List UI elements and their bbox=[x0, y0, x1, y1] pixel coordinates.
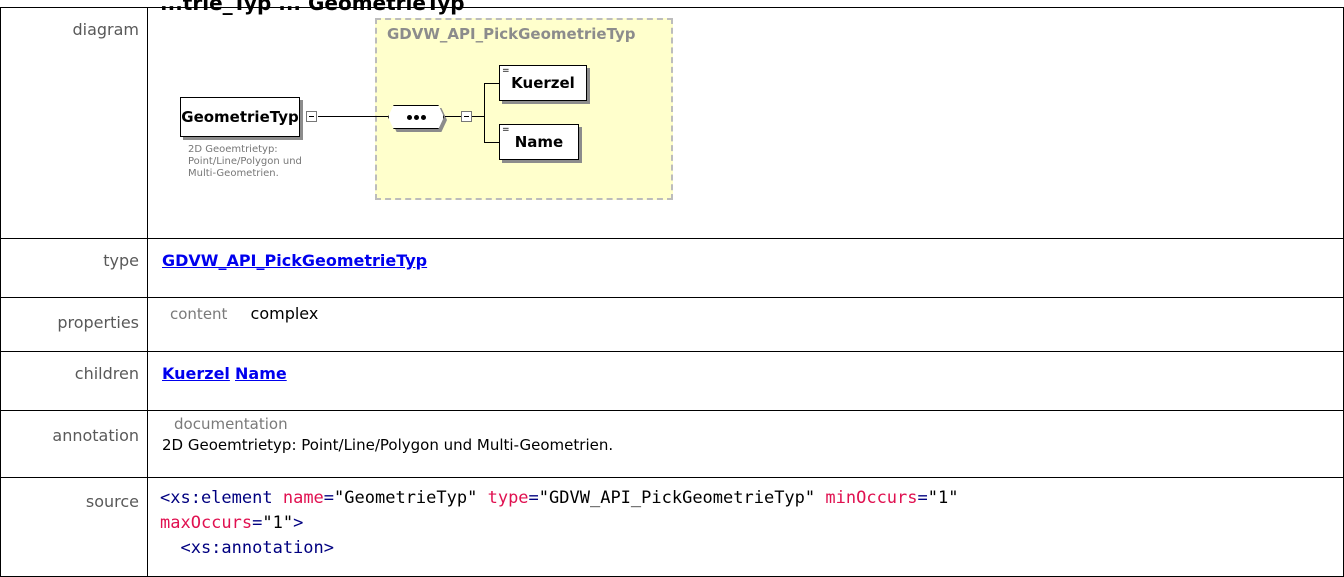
annotation-label: annotation bbox=[0, 410, 148, 478]
code-value: "1" bbox=[262, 513, 294, 533]
diagram-doc-note: 2D Geoemtrietyp: Point/Line/Polygon und … bbox=[188, 144, 302, 179]
group-title: GDVW_API_PickGeometrieTyp bbox=[387, 25, 636, 43]
element-properties-table: diagram GDVW_API_PickGeometrieTyp Geomet… bbox=[0, 7, 1344, 577]
element-geometrietyp-label: GeometrieTyp bbox=[181, 108, 299, 126]
children-cell: Kuerzel Name bbox=[147, 351, 1344, 411]
type-label: type bbox=[0, 238, 148, 298]
text-element-icon: = bbox=[502, 125, 510, 135]
connector-line bbox=[472, 116, 484, 117]
code-attr: minOccurs bbox=[825, 488, 918, 508]
type-row: type GDVW_API_PickGeometrieTyp bbox=[0, 238, 1344, 298]
element-geometrietyp-box[interactable]: GeometrieTyp bbox=[180, 97, 300, 137]
element-name-label: Name bbox=[514, 133, 564, 151]
code-tag: <xs:annotation> bbox=[160, 538, 334, 558]
connector-line bbox=[484, 83, 485, 142]
source-cell: <xs:element name="GeometrieTyp" type="GD… bbox=[147, 477, 1344, 577]
code-close: > bbox=[293, 513, 304, 533]
connector-line bbox=[484, 83, 499, 84]
content-key: content bbox=[170, 305, 228, 323]
code-attr: maxOccurs bbox=[160, 513, 253, 533]
code-attr: type bbox=[487, 488, 529, 508]
code-attr: name bbox=[282, 488, 324, 508]
element-name-box[interactable]: = Name bbox=[499, 124, 579, 160]
documentation-text: 2D Geoemtrietyp: Point/Line/Polygon und … bbox=[162, 436, 614, 454]
element-kuerzel-label: Kuerzel bbox=[511, 74, 575, 92]
text-element-icon: = bbox=[502, 66, 510, 76]
documentation-title: documentation bbox=[174, 415, 288, 433]
connector-line bbox=[445, 116, 461, 117]
element-kuerzel-box[interactable]: = Kuerzel bbox=[499, 65, 587, 101]
schema-diagram: GDVW_API_PickGeometrieTyp GeometrieTyp 2… bbox=[162, 8, 762, 228]
source-code: <xs:element name="GeometrieTyp" type="GD… bbox=[160, 486, 1343, 561]
content-value: complex bbox=[250, 304, 319, 323]
properties-row: properties content complex bbox=[0, 297, 1344, 352]
diagram-cell: GDVW_API_PickGeometrieTyp GeometrieTyp 2… bbox=[147, 7, 1344, 239]
connector-line bbox=[318, 116, 388, 117]
type-cell: GDVW_API_PickGeometrieTyp bbox=[147, 238, 1344, 298]
source-label: source bbox=[0, 477, 148, 577]
code-eq: = bbox=[528, 488, 539, 508]
code-tag: <xs:element bbox=[160, 488, 273, 508]
code-value: "GDVW_API_PickGeometrieTyp" bbox=[538, 488, 816, 508]
collapse-main-icon[interactable] bbox=[306, 111, 317, 122]
child-link-name[interactable]: Name bbox=[235, 364, 287, 383]
children-label: children bbox=[0, 351, 148, 411]
collapse-sequence-icon[interactable] bbox=[461, 111, 472, 122]
diagram-row: diagram GDVW_API_PickGeometrieTyp Geomet… bbox=[0, 7, 1344, 239]
code-eq: = bbox=[917, 488, 928, 508]
code-eq: = bbox=[252, 513, 263, 533]
properties-label: properties bbox=[0, 297, 148, 352]
annotation-cell: documentation 2D Geoemtrietyp: Point/Lin… bbox=[147, 410, 1344, 478]
code-value: "1" bbox=[927, 488, 959, 508]
sequence-dots-icon bbox=[388, 105, 444, 129]
source-row: source <xs:element name="GeometrieTyp" t… bbox=[0, 477, 1344, 577]
type-link[interactable]: GDVW_API_PickGeometrieTyp bbox=[162, 251, 427, 270]
properties-cell: content complex bbox=[147, 297, 1344, 352]
children-row: children Kuerzel Name bbox=[0, 351, 1344, 411]
diagram-label: diagram bbox=[0, 7, 148, 239]
code-eq: = bbox=[323, 488, 335, 508]
child-link-kuerzel[interactable]: Kuerzel bbox=[162, 364, 230, 383]
annotation-row: annotation documentation 2D Geoemtrietyp… bbox=[0, 410, 1344, 478]
code-value: "GeometrieTyp" bbox=[334, 488, 478, 508]
connector-line bbox=[484, 142, 499, 143]
